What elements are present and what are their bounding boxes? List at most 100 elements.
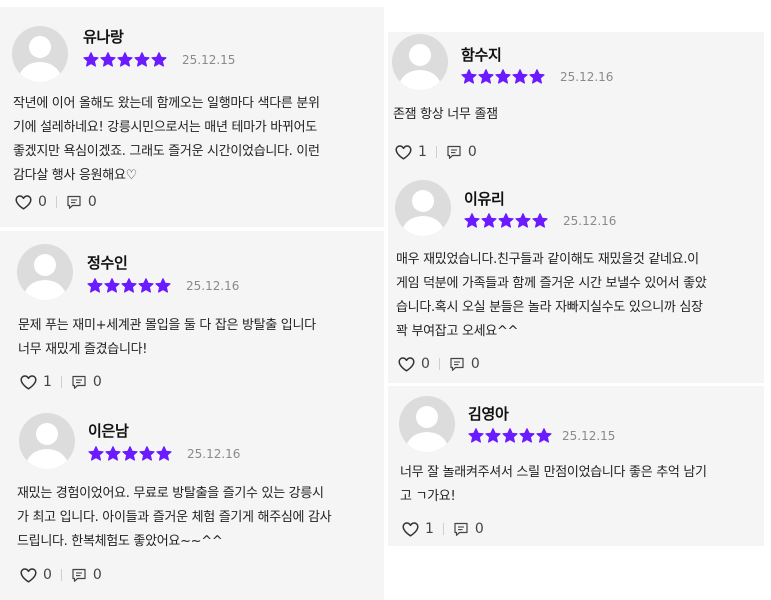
heart-icon <box>20 374 43 390</box>
review-actions: 0 0 <box>398 355 480 373</box>
review-card: 정수인 25.12.16 문제 푸는 재미+세계관 몰입을 둘 다 잡은 방탈출… <box>0 231 384 399</box>
comment-count: 0 <box>467 144 477 160</box>
star-icon <box>121 278 137 294</box>
divider <box>438 358 440 370</box>
star-rating <box>83 52 168 68</box>
reviewer-name: 함수지 <box>461 46 502 64</box>
review-text: 너무 잘 놀래켜주셔서 스릴 만점이었습니다 좋은 추억 남기 고 ㄱ가요! <box>400 461 760 509</box>
like-button[interactable]: 1 <box>402 521 434 537</box>
comment-count: 0 <box>474 521 484 537</box>
divider <box>60 569 62 581</box>
review-text-line: 감다살 행사 응원해요♡ <box>13 168 137 183</box>
avatar <box>395 180 451 236</box>
star-icon <box>532 213 548 229</box>
comment-button[interactable]: 0 <box>71 374 102 390</box>
star-icon <box>105 446 121 462</box>
review-text-line: 작년에 이어 올해도 왔는데 함께오는 일행마다 색다른 분위 <box>13 96 320 111</box>
review-text-line: 가 최고 입니다. 아이들과 즐거운 체험 즐기게 해주심에 감사 <box>17 510 332 525</box>
review-text-line: 매우 재밌었습니다.친구들과 같이해도 재밌을것 같네요.이 <box>396 252 699 267</box>
star-icon <box>104 278 120 294</box>
divider <box>442 523 444 535</box>
comment-button[interactable]: 0 <box>71 567 102 583</box>
star-icon <box>122 446 138 462</box>
heart-icon <box>402 521 425 537</box>
divider <box>60 376 62 388</box>
review-text-line: 드립니다. 한복체험도 좋았어요~~^^ <box>17 534 223 549</box>
reviewer-name: 이유리 <box>464 190 505 208</box>
review-text: 문제 푸는 재미+세계관 몰입을 둘 다 잡은 방탈출 입니다 너무 재밌게 즐… <box>18 314 378 362</box>
avatar <box>392 34 448 90</box>
review-date: 25.12.16 <box>186 279 240 293</box>
review-text-line: 존잼 항상 너무 졸잼 <box>393 107 498 122</box>
star-icon <box>468 428 484 444</box>
like-button[interactable]: 1 <box>20 374 52 390</box>
star-icon <box>536 428 552 444</box>
divider <box>435 146 437 158</box>
heart-icon <box>398 356 421 372</box>
review-actions: 1 0 <box>20 373 102 391</box>
heart-icon <box>15 194 38 210</box>
reviewer-name: 김영아 <box>468 405 509 423</box>
review-text-line: 고 ㄱ가요! <box>400 489 456 504</box>
avatar <box>17 244 73 300</box>
star-icon <box>100 52 116 68</box>
like-count: 0 <box>421 356 430 372</box>
heart-icon <box>395 144 418 160</box>
review-card: 이은남 25.12.16 재밌는 경험이었어요. 무료로 방탈출을 즐기수 있는… <box>0 399 384 600</box>
star-icon <box>139 446 155 462</box>
comment-icon <box>66 195 88 210</box>
star-icon <box>151 52 167 68</box>
comment-button[interactable]: 0 <box>453 521 484 537</box>
star-icon <box>88 446 104 462</box>
star-rating <box>461 69 546 85</box>
review-text-line: 문제 푸는 재미+세계관 몰입을 둘 다 잡은 방탈출 입니다 <box>18 318 316 333</box>
star-icon <box>138 278 154 294</box>
review-text-line: 너무 재밌게 즐겼습니다! <box>18 342 148 357</box>
review-actions: 0 0 <box>20 566 102 584</box>
like-count: 1 <box>418 144 427 160</box>
comment-count: 0 <box>92 374 102 390</box>
comment-icon <box>449 357 471 372</box>
like-button[interactable]: 0 <box>15 194 47 210</box>
star-icon <box>87 278 103 294</box>
review-text-line: 재밌는 경험이었어요. 무료로 방탈출을 즐기수 있는 강릉시 <box>17 486 324 501</box>
star-rating <box>468 428 553 444</box>
like-button[interactable]: 0 <box>398 356 430 372</box>
comment-count: 0 <box>470 356 480 372</box>
like-button[interactable]: 0 <box>20 567 52 583</box>
review-card: 함수지 25.12.16 존잼 항상 너무 졸잼 1 0 <box>388 32 764 177</box>
review-text-line: 좋겠지만 욕심이겠죠. 그래도 즐거운 시간이었습니다. 이런 <box>13 144 320 159</box>
review-text-line: 꽉 부여잡고 오세요^^ <box>396 324 519 339</box>
review-actions: 0 0 <box>15 193 97 211</box>
review-text-line: 습니다.혹시 오실 분들은 놀라 자빠지실수도 있으니까 심장 <box>396 300 703 315</box>
star-rating <box>464 213 549 229</box>
review-date: 25.12.16 <box>560 70 614 84</box>
comment-button[interactable]: 0 <box>446 144 477 160</box>
review-text-line: 기에 설레하네요! 강릉시민으로서는 매년 테마가 바뀌어도 <box>13 120 317 135</box>
star-icon <box>519 428 535 444</box>
star-icon <box>156 446 172 462</box>
comment-icon <box>71 568 93 583</box>
avatar <box>399 396 455 452</box>
review-actions: 1 0 <box>395 143 477 161</box>
like-button[interactable]: 1 <box>395 144 427 160</box>
comment-button[interactable]: 0 <box>449 356 480 372</box>
star-icon <box>485 428 501 444</box>
comment-icon <box>446 145 468 160</box>
review-text: 작년에 이어 올해도 왔는데 함께오는 일행마다 색다른 분위 기에 설레하네요… <box>13 92 378 188</box>
comment-icon <box>453 522 475 537</box>
comment-button[interactable]: 0 <box>66 194 97 210</box>
star-icon <box>83 52 99 68</box>
reviewer-name: 정수인 <box>87 254 128 272</box>
star-icon <box>502 428 518 444</box>
review-card: 이유리 25.12.16 매우 재밌었습니다.친구들과 같이해도 재밌을것 같네… <box>388 177 764 383</box>
comment-icon <box>71 375 93 390</box>
star-icon <box>464 213 480 229</box>
heart-icon <box>20 567 43 583</box>
star-icon <box>134 52 150 68</box>
like-count: 0 <box>43 567 52 583</box>
review-text-line: 너무 잘 놀래켜주셔서 스릴 만점이었습니다 좋은 추억 남기 <box>400 465 707 480</box>
star-icon <box>515 213 531 229</box>
star-icon <box>117 52 133 68</box>
review-date: 25.12.16 <box>187 447 241 461</box>
